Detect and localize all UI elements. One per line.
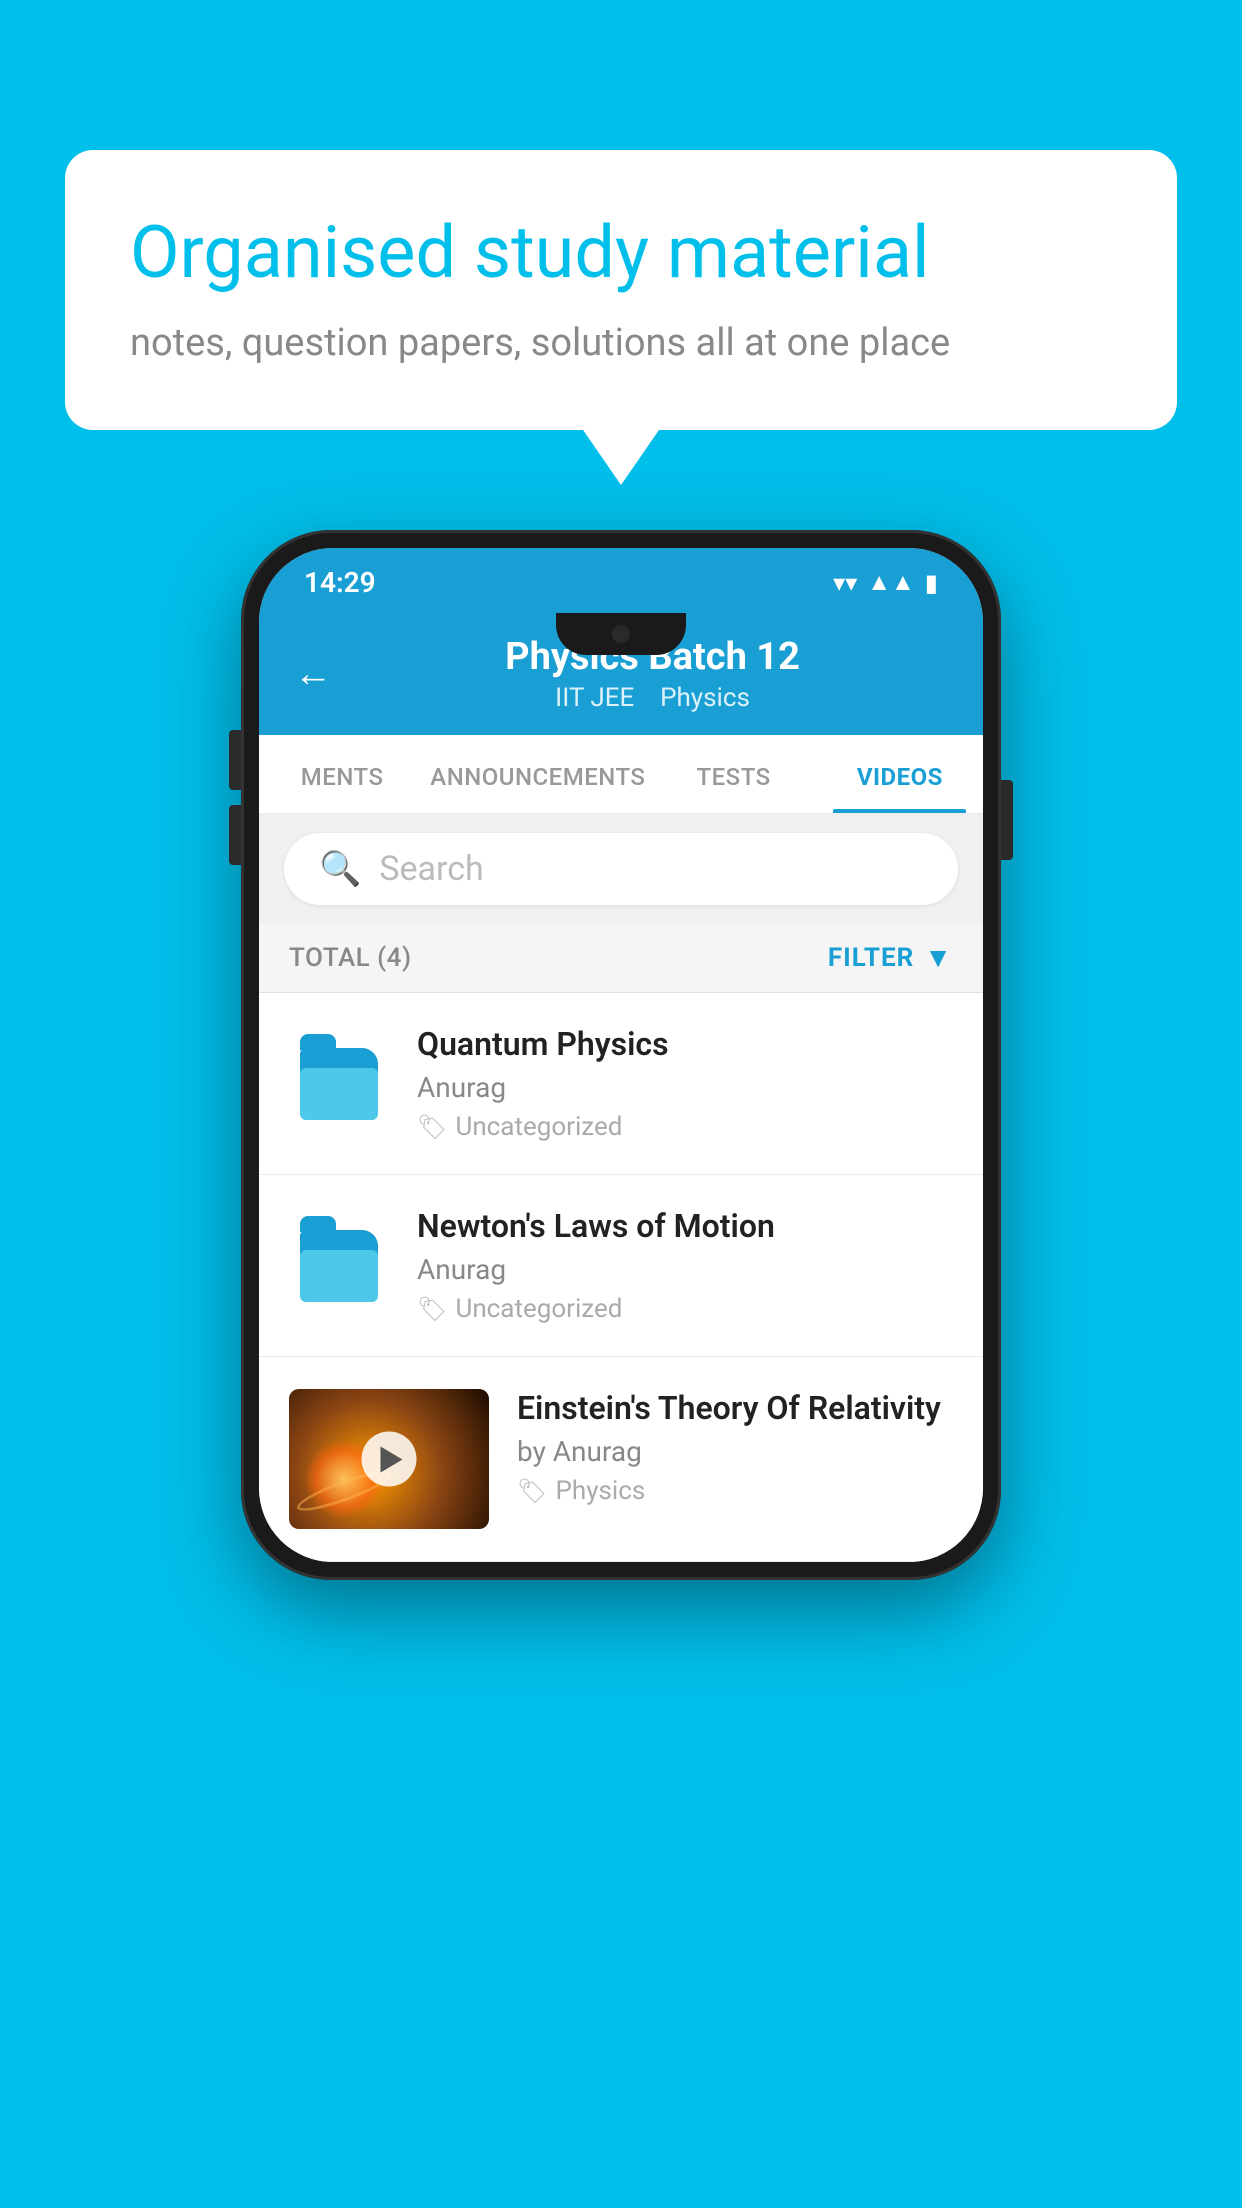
search-bar[interactable]: 🔍 Search	[284, 833, 958, 905]
status-time: 14:29	[304, 566, 376, 599]
video-list: Quantum Physics Anurag 🏷 Uncategorized	[259, 993, 983, 1562]
filter-bar: TOTAL (4) FILTER ▼	[259, 923, 983, 993]
video-tag: 🏷 Uncategorized	[417, 1294, 953, 1324]
video-info-quantum: Quantum Physics Anurag 🏷 Uncategorized	[417, 1025, 953, 1142]
video-info-einstein: Einstein's Theory Of Relativity by Anura…	[517, 1389, 953, 1506]
search-bar-container: 🔍 Search	[259, 815, 983, 923]
folder-front-icon	[300, 1250, 378, 1302]
phone-mockup: 14:29 ▾▾ ▲▲ ▮ ← Physics Batch 12 IIT JEE	[241, 530, 1001, 1580]
volume-down-button	[229, 805, 241, 865]
phone-notch	[556, 613, 686, 655]
status-icons: ▾▾ ▲▲ ▮	[833, 568, 938, 597]
batch-subtitle: IIT JEE Physics	[357, 683, 948, 713]
video-title: Quantum Physics	[417, 1025, 953, 1063]
back-button[interactable]: ←	[294, 652, 332, 696]
subtitle-physics: Physics	[660, 683, 750, 713]
folder-icon-newton	[289, 1230, 389, 1302]
video-thumbnail-einstein	[289, 1389, 489, 1529]
video-author: Anurag	[417, 1071, 953, 1104]
volume-up-button	[229, 730, 241, 790]
video-info-newton: Newton's Laws of Motion Anurag 🏷 Uncateg…	[417, 1207, 953, 1324]
tag-icon: 🏷	[417, 1295, 447, 1323]
video-author: by Anurag	[517, 1435, 953, 1468]
battery-icon: ▮	[925, 569, 938, 597]
video-author: Anurag	[417, 1253, 953, 1286]
filter-funnel-icon: ▼	[924, 941, 953, 974]
play-triangle-icon	[380, 1446, 402, 1472]
video-title: Einstein's Theory Of Relativity	[517, 1389, 953, 1427]
wifi-icon: ▾▾	[833, 569, 857, 597]
total-count-label: TOTAL (4)	[289, 943, 412, 973]
tab-announcements[interactable]: ANNOUNCEMENTS	[425, 735, 650, 813]
list-item[interactable]: Quantum Physics Anurag 🏷 Uncategorized	[259, 993, 983, 1175]
status-bar: 14:29 ▾▾ ▲▲ ▮	[259, 548, 983, 613]
folder-icon-quantum	[289, 1048, 389, 1120]
front-camera	[612, 625, 630, 643]
filter-button[interactable]: FILTER ▼	[828, 941, 953, 974]
tag-icon: 🏷	[517, 1477, 547, 1505]
tag-icon: 🏷	[417, 1113, 447, 1141]
list-item[interactable]: Einstein's Theory Of Relativity by Anura…	[259, 1357, 983, 1562]
video-tag: 🏷 Physics	[517, 1476, 953, 1506]
search-input[interactable]: Search	[379, 849, 483, 889]
bubble-subtitle: notes, question papers, solutions all at…	[130, 321, 1112, 365]
play-button[interactable]	[362, 1432, 417, 1487]
tab-ments[interactable]: MENTS	[259, 735, 425, 813]
tabs-bar: MENTS ANNOUNCEMENTS TESTS VIDEOS	[259, 735, 983, 815]
folder-front-icon	[300, 1068, 378, 1120]
tab-videos[interactable]: VIDEOS	[817, 735, 983, 813]
filter-label: FILTER	[828, 943, 914, 973]
speech-bubble: Organised study material notes, question…	[65, 150, 1177, 430]
tab-tests[interactable]: TESTS	[650, 735, 816, 813]
bubble-title: Organised study material	[130, 210, 1112, 296]
subtitle-iitjee: IIT JEE	[555, 683, 634, 713]
video-title: Newton's Laws of Motion	[417, 1207, 953, 1245]
power-button	[1001, 780, 1013, 860]
signal-icon: ▲▲	[867, 568, 915, 597]
video-tag: 🏷 Uncategorized	[417, 1112, 953, 1142]
list-item[interactable]: Newton's Laws of Motion Anurag 🏷 Uncateg…	[259, 1175, 983, 1357]
search-icon: 🔍	[319, 849, 361, 889]
